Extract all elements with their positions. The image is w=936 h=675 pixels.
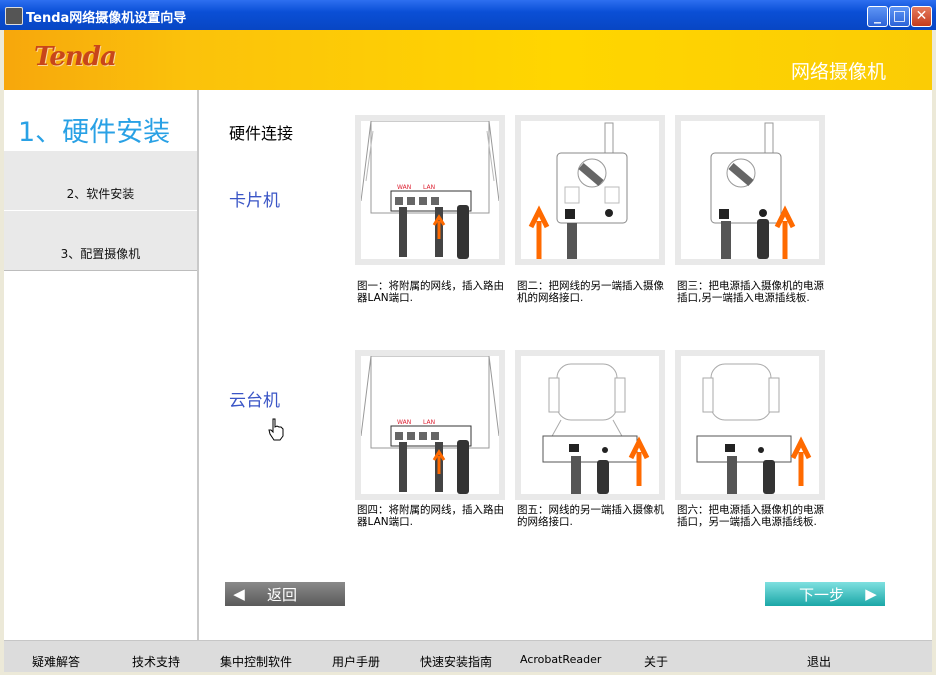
step-image-router-lan: WAN LAN [355, 115, 505, 265]
tenda-logo: Tenda [34, 42, 117, 72]
maximize-icon: □ [892, 8, 907, 24]
arrow-right-icon: ▶ [865, 585, 877, 603]
wan-label: WAN [397, 419, 411, 426]
footer-link-troubleshooting[interactable]: 疑难解答 [32, 653, 80, 670]
sidebar: 1、硬件安装 2、软件安装 3、配置摄像机 [4, 90, 199, 640]
router-lan-illustration-ptz: WAN LAN [360, 355, 500, 494]
footer-link-tech-support[interactable]: 技术支持 [132, 653, 180, 670]
category-ptz-camera: 云台机 [229, 391, 280, 411]
next-button-label: 下一步 [799, 586, 845, 604]
ptz-power-illustration [696, 363, 812, 494]
step-caption-2: 图二：把网线的另一端插入摄像机的网络接口. [517, 280, 664, 304]
close-button[interactable]: ✕ [911, 6, 932, 27]
footer-link-quick-guide[interactable]: 快速安装指南 [420, 653, 492, 670]
footer-link-acrobat-reader[interactable]: AcrobatReader [520, 653, 601, 666]
back-button-label: 返回 [267, 586, 298, 604]
minimize-icon: _ [874, 8, 881, 24]
maximize-button[interactable]: □ [889, 6, 910, 27]
step-caption-1: 图一：将附属的网线，插入路由器LAN端口. [357, 280, 504, 304]
footer-link-user-manual[interactable]: 用户手册 [332, 653, 380, 670]
footer-bar: 疑难解答 技术支持 集中控制软件 用户手册 快速安装指南 AcrobatRead… [4, 640, 932, 672]
section-title: 硬件连接 [229, 124, 294, 143]
step-caption-6: 图六：把电源插入摄像机的电源插口，另一端插入电源插线板. [677, 504, 824, 528]
sidebar-item-label: 2、软件安装 [66, 187, 135, 201]
current-step-title: 1、硬件安装 [18, 117, 171, 148]
footer-link-exit[interactable]: 退出 [807, 653, 831, 670]
back-button[interactable]: ◀ 返回 [225, 582, 345, 606]
wan-label: WAN [397, 184, 411, 191]
step-caption-3: 图三：把电源插入摄像机的电源插口,另一端插入电源插线板. [677, 280, 824, 304]
step-image-camera-network-port [515, 115, 665, 265]
category-card-camera: 卡片机 [229, 191, 280, 211]
step-image-ptz-power [675, 350, 825, 500]
close-icon: ✕ [915, 8, 928, 24]
footer-link-about[interactable]: 关于 [644, 653, 668, 670]
arrow-left-icon: ◀ [233, 585, 245, 603]
step-caption-4: 图四：将附属的网线，插入路由器LAN端口. [357, 504, 504, 528]
main-content: 硬件连接 卡片机 云台机 WAN LAN 图一：将附属的网线，插入路由器LAN端… [197, 90, 932, 640]
window-title: Tenda网络摄像机设置向导 [26, 11, 187, 26]
step-caption-5: 图五：网线的另一端插入摄像机的网络接口. [517, 504, 664, 528]
lan-label: LAN [423, 419, 435, 426]
hand-cursor-icon [268, 418, 284, 441]
product-name: 网络摄像机 [790, 61, 886, 83]
step-image-router-lan-ptz: WAN LAN [355, 350, 505, 500]
header-banner: Tenda 网络摄像机 [4, 30, 932, 90]
sidebar-item-configure-camera[interactable]: 3、配置摄像机 [4, 210, 197, 271]
next-button[interactable]: 下一步 ▶ [765, 582, 885, 606]
minimize-button[interactable]: _ [867, 6, 888, 27]
step-image-ptz-network-port [515, 350, 665, 500]
sidebar-item-label: 3、配置摄像机 [60, 247, 141, 261]
camera-power-illustration [710, 122, 796, 259]
window-body: Tenda 网络摄像机 1、硬件安装 2、软件安装 3、配置摄像机 硬件连接 卡… [4, 30, 932, 672]
ptz-network-port-illustration [542, 363, 650, 494]
title-bar: Tenda网络摄像机设置向导 _ □ ✕ [0, 0, 936, 30]
lan-label: LAN [423, 184, 435, 191]
app-icon[interactable] [5, 7, 23, 25]
step-image-camera-power [675, 115, 825, 265]
sidebar-item-software-install[interactable]: 2、软件安装 [4, 150, 197, 211]
router-lan-illustration: WAN LAN [360, 120, 500, 259]
camera-network-port-illustration [528, 122, 628, 259]
footer-link-central-control[interactable]: 集中控制软件 [220, 653, 292, 670]
